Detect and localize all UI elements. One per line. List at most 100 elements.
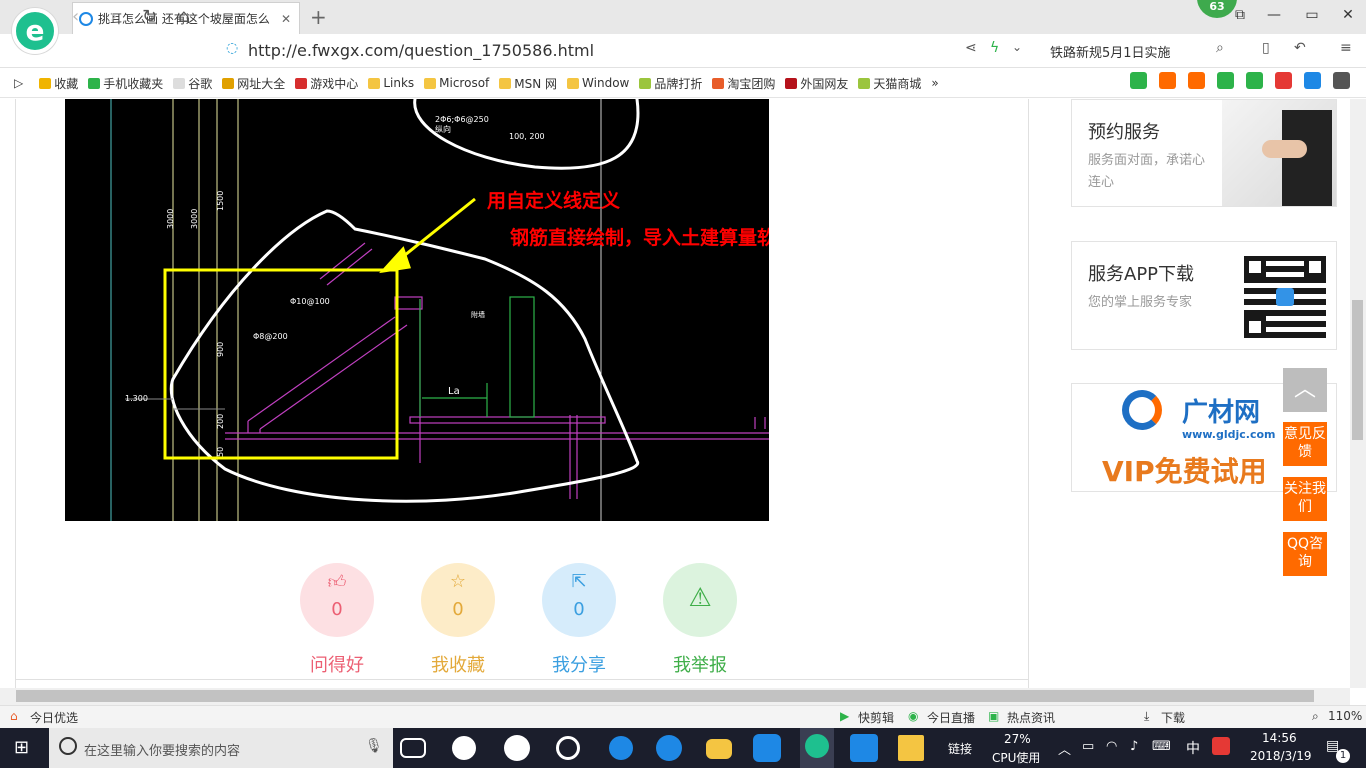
lightning-icon[interactable]: ϟ	[990, 40, 999, 56]
maximize-icon[interactable]: ▭	[1302, 7, 1322, 23]
tray-chevron-icon[interactable]: ︿	[1058, 739, 1071, 758]
forward-icon[interactable]: ›	[110, 6, 117, 27]
task-view-icon[interactable]	[400, 738, 426, 758]
status-item[interactable]: 快剪辑	[858, 709, 894, 726]
report-button[interactable]: ⚠ 我举报	[663, 563, 737, 677]
bookmark-item[interactable]: 外国网友	[785, 75, 848, 92]
back-to-top-icon[interactable]: ︿	[1283, 368, 1327, 412]
search-tool-icon[interactable]	[1304, 72, 1321, 89]
bookmark-item[interactable]: 收藏	[39, 75, 78, 92]
shield-icon[interactable]	[1217, 72, 1234, 89]
status-today-picks[interactable]: 今日优选	[30, 709, 78, 726]
sogou-icon[interactable]	[1212, 737, 1230, 755]
feedback-button[interactable]: 意见反馈	[1283, 422, 1327, 466]
url-domain: fwxgx.com	[311, 41, 399, 60]
bookmark-item[interactable]: 游戏中心	[295, 75, 358, 92]
apps-icon[interactable]	[1333, 72, 1350, 89]
scissors-icon[interactable]	[1275, 72, 1292, 89]
taskbar-search-box[interactable]: 在这里输入你要搜索的内容 🎙︎	[49, 728, 393, 768]
status-item[interactable]: 热点资讯	[1007, 709, 1055, 726]
refresh-icon[interactable]: ↻	[142, 6, 157, 27]
cad-label-900: 900	[216, 342, 225, 357]
vertical-scroll-thumb[interactable]	[1352, 300, 1363, 440]
close-tab-icon[interactable]: ✕	[279, 12, 293, 26]
ime-indicator[interactable]: 中	[1186, 738, 1200, 758]
star-icon: ☆	[449, 571, 467, 592]
url-prefix: http://e.	[248, 41, 312, 60]
bookmark-item[interactable]: MSN 网	[499, 75, 557, 92]
bookmark-item[interactable]: Microsof	[424, 76, 489, 90]
bookmark-item[interactable]: 网址大全	[222, 75, 285, 92]
chrome-like-icon[interactable]	[556, 736, 580, 760]
bookmark-item[interactable]: 手机收藏夹	[88, 75, 163, 92]
keyboard-icon[interactable]: ⌨	[1152, 739, 1171, 754]
bookmark-item[interactable]: 淘宝团购	[712, 75, 775, 92]
fan-app-icon[interactable]	[452, 736, 476, 760]
wifi-icon[interactable]: ◠	[1106, 739, 1117, 754]
close-window-icon[interactable]: ✕	[1338, 7, 1358, 23]
bookmarks-expand-icon[interactable]: ▷	[14, 76, 23, 90]
cad-label-rebar2: Φ8@200	[253, 332, 288, 341]
tv-icon[interactable]	[1159, 72, 1176, 89]
minimize-icon[interactable]: —	[1264, 7, 1284, 23]
back-icon[interactable]: ‹	[72, 6, 79, 27]
address-bar[interactable]: http://e.fwxgx.com/question_1750586.html	[228, 41, 594, 60]
service-card[interactable]: 预约服务 服务面对面，承诺心连心	[1071, 99, 1337, 207]
news-ticker[interactable]: 铁路新规5月1日实施	[1050, 42, 1171, 61]
g-app-icon[interactable]	[753, 734, 781, 762]
status-item[interactable]: 下载	[1161, 709, 1185, 726]
notes-app-icon[interactable]	[898, 735, 924, 761]
browser-e-icon[interactable]	[504, 735, 530, 761]
undo-icon[interactable]: ↶	[1294, 40, 1306, 56]
ie-icon[interactable]	[656, 735, 682, 761]
search-icon[interactable]: ⌕	[1216, 40, 1224, 56]
service-title: 预约服务	[1088, 122, 1160, 143]
cad-label-50: 50	[216, 447, 225, 457]
horizontal-scroll-thumb[interactable]	[16, 690, 1314, 702]
menu-icon[interactable]: ≡	[1340, 40, 1352, 56]
new-tab-icon[interactable]: +	[310, 5, 327, 29]
follow-button[interactable]: 关注我们	[1283, 477, 1327, 521]
notification-count: 1	[1336, 749, 1350, 763]
zoom-level[interactable]: 110%	[1328, 709, 1362, 723]
discount-icon[interactable]	[1188, 72, 1205, 89]
battery-icon[interactable]: ▭	[1082, 739, 1094, 754]
browser-logo-icon[interactable]: e	[12, 8, 58, 54]
like-button[interactable]: 👍︎ 0 问得好	[300, 563, 374, 677]
active-browser-task[interactable]	[800, 728, 834, 768]
plus-app-icon[interactable]	[850, 734, 878, 762]
more-bookmarks-icon[interactable]: »	[931, 76, 938, 90]
share-count: 0	[573, 599, 585, 620]
home-icon[interactable]: ⌂	[178, 6, 189, 27]
zoom-icon: ⌕	[1312, 709, 1319, 723]
share-icon[interactable]: ⋖	[965, 40, 977, 56]
taskbar-links[interactable]: 链接	[948, 740, 972, 757]
app-title: 服务APP下载	[1088, 264, 1195, 285]
chevron-down-icon[interactable]: ⌄	[1012, 40, 1022, 54]
bookmark-item[interactable]: Window	[567, 76, 629, 90]
reader-icon[interactable]	[1130, 72, 1147, 89]
windows-start-icon[interactable]: ⊞	[14, 737, 29, 758]
phone-icon[interactable]: ▯	[1262, 40, 1270, 56]
file-explorer-icon[interactable]	[706, 739, 732, 759]
share-label: 我分享	[552, 655, 606, 676]
brand-logo-icon	[1122, 390, 1162, 430]
bookmark-item[interactable]: Links	[368, 76, 414, 90]
bookmark-item[interactable]: 品牌打折	[639, 75, 702, 92]
ad-brand: 广材网	[1182, 398, 1261, 428]
clock-time[interactable]: 14:56	[1262, 731, 1297, 745]
qq-consult-button[interactable]: QQ咨询	[1283, 532, 1327, 576]
app-download-card[interactable]: 服务APP下载 您的掌上服务专家	[1071, 241, 1337, 350]
cad-label-200: 200	[216, 414, 225, 429]
status-item[interactable]: 今日直播	[927, 709, 975, 726]
bookmark-item[interactable]: 天猫商城	[858, 75, 921, 92]
favorite-label: 我收藏	[431, 655, 485, 676]
clock-date[interactable]: 2018/3/19	[1250, 749, 1312, 763]
share-button[interactable]: ⇱ 0 我分享	[542, 563, 616, 677]
bookmark-item[interactable]: 谷歌	[173, 75, 212, 92]
restore-page-icon[interactable]: ⧉	[1230, 7, 1250, 23]
favorite-button[interactable]: ☆ 0 我收藏	[421, 563, 495, 677]
volume-icon[interactable]: ♪	[1130, 739, 1138, 754]
edge-icon[interactable]	[609, 736, 633, 760]
translate-icon[interactable]	[1246, 72, 1263, 89]
